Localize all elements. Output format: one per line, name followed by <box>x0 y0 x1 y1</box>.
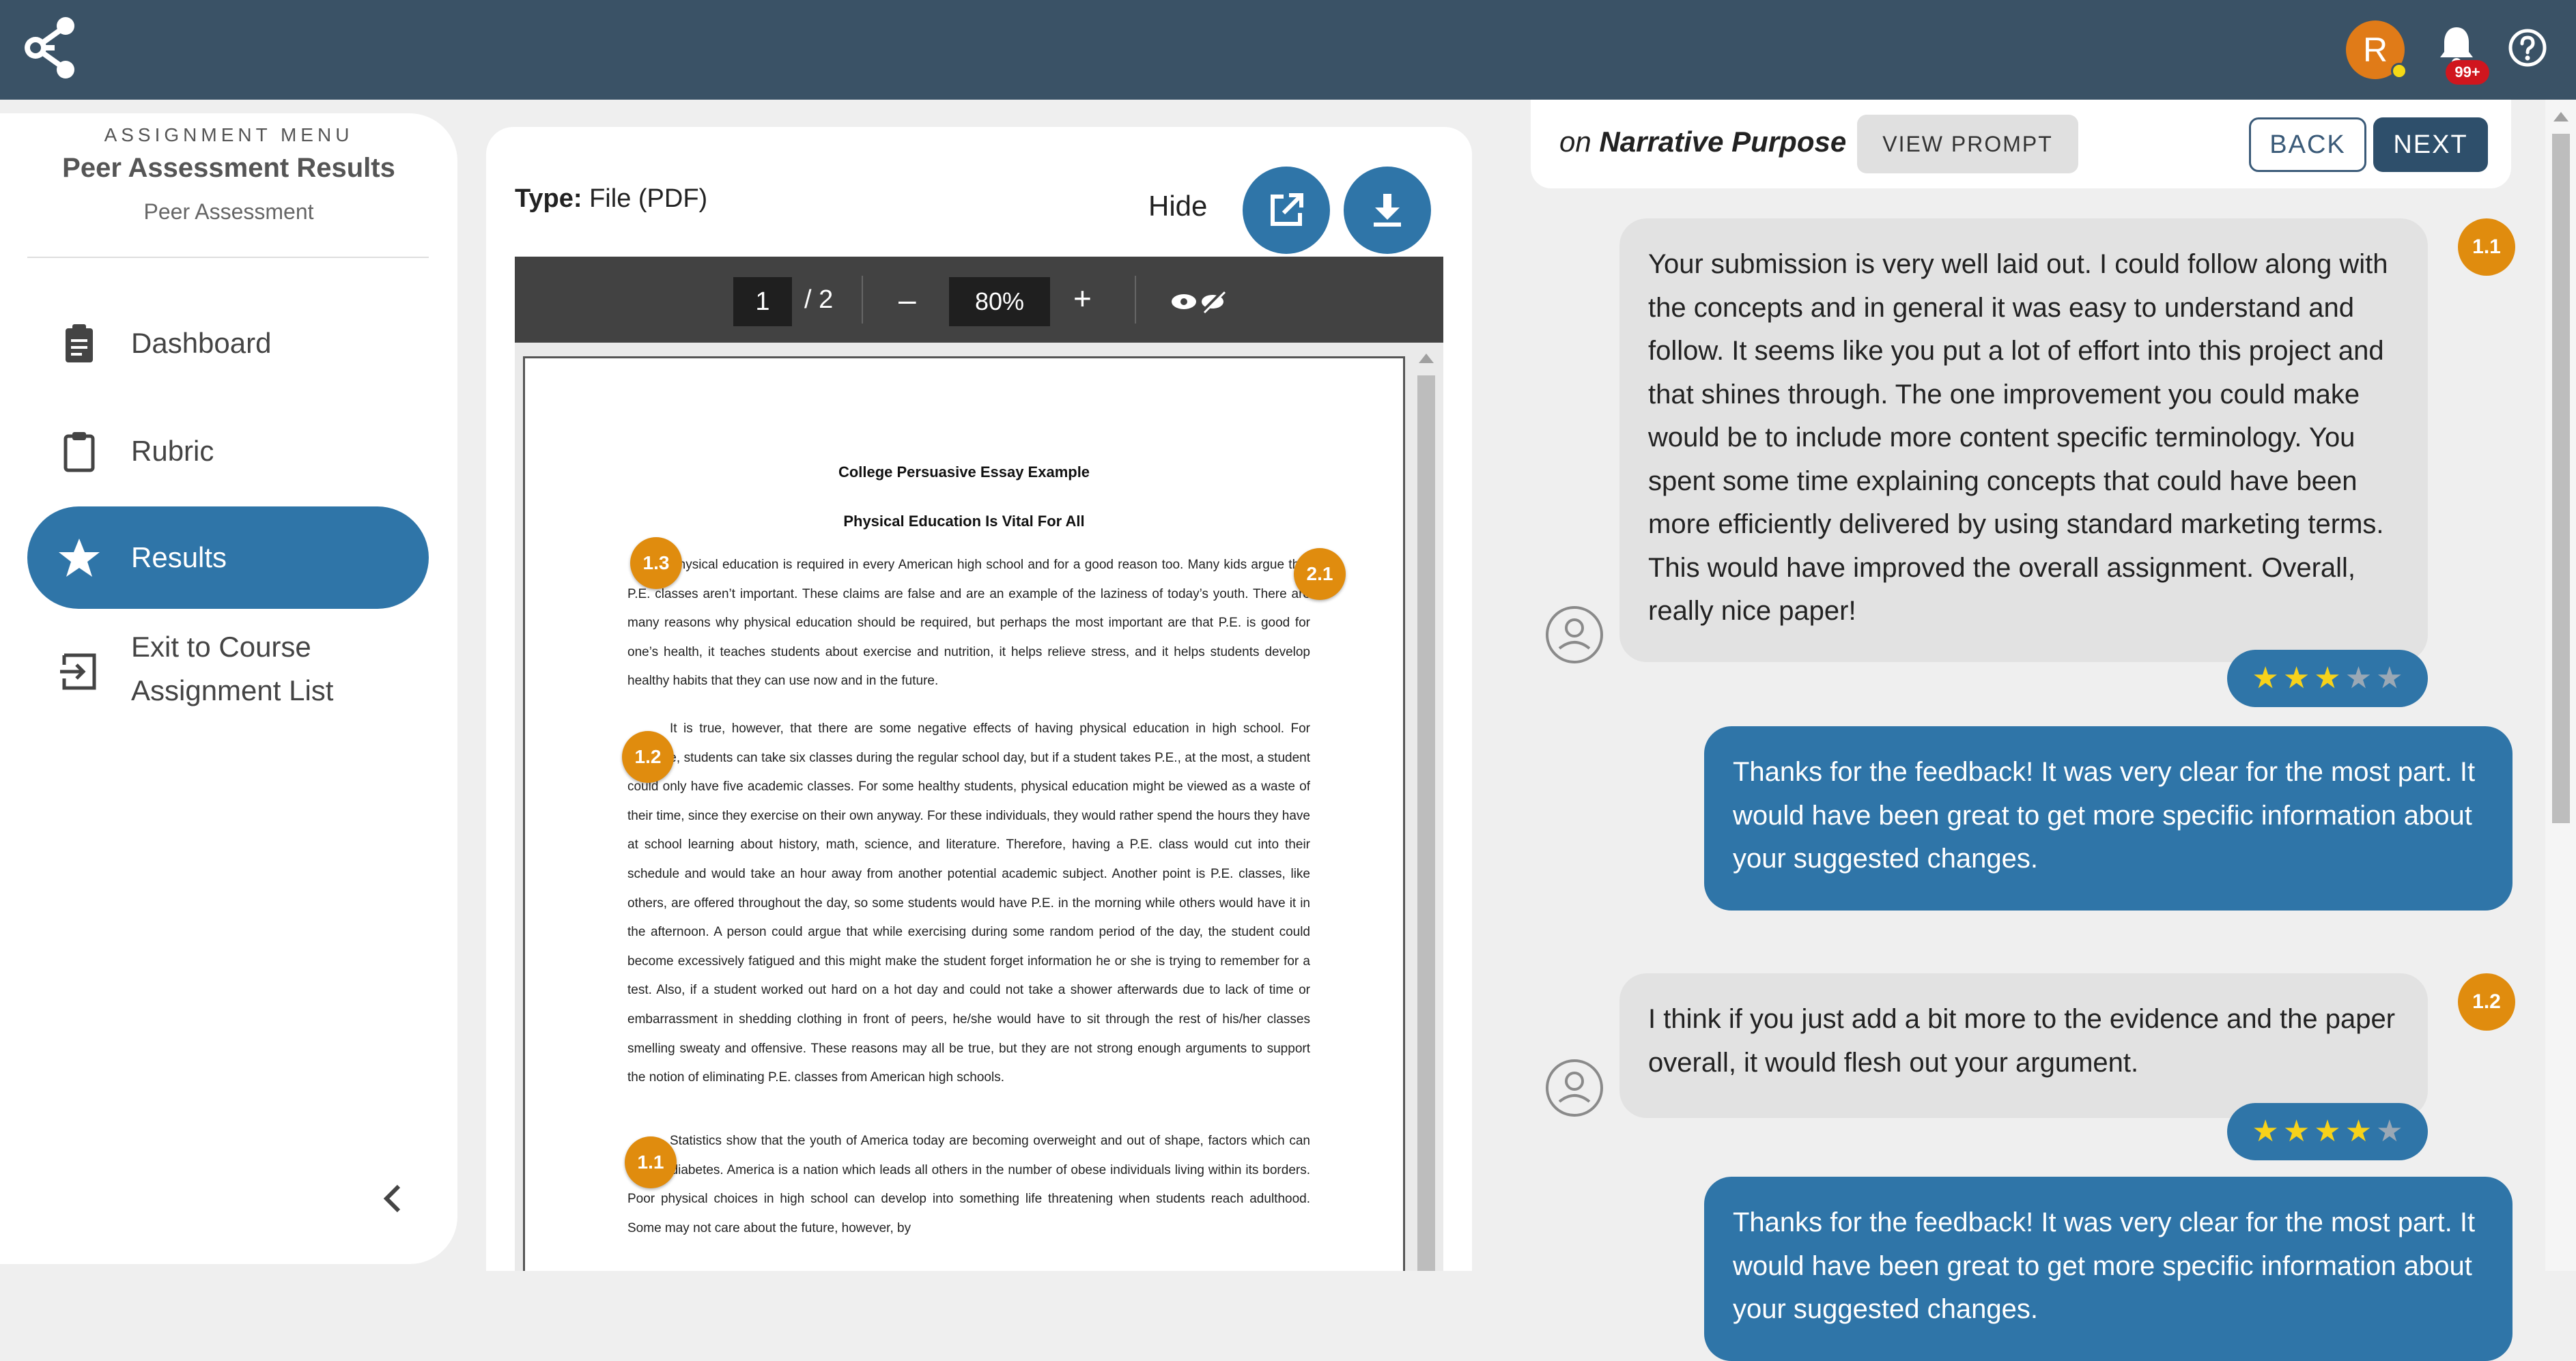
review-tag[interactable]: 1.2 <box>2458 973 2515 1031</box>
sidebar-item-label: Rubric <box>131 435 214 467</box>
sidebar-item-exit[interactable]: Exit to Course Assignment List <box>27 625 429 718</box>
star-empty-icon: ★ <box>2376 661 2403 695</box>
sidebar-title: Peer Assessment Results <box>62 153 395 183</box>
hide-link[interactable]: Hide <box>1148 190 1207 223</box>
file-type-value: File (PDF) <box>589 184 708 213</box>
zoom-level[interactable]: 80% <box>949 277 1050 326</box>
star-filled-icon: ★ <box>2282 1115 2310 1148</box>
sidebar-item-rubric[interactable]: Rubric <box>27 400 429 502</box>
scroll-up-arrow[interactable] <box>1419 354 1434 363</box>
toolbar-divider <box>1135 276 1136 324</box>
paragraph: Physical education is required in every … <box>627 558 1310 689</box>
reply-comment: Thanks for the feedback! It was very cle… <box>1704 1177 2513 1361</box>
document-subtitle: Physical Education Is Vital For All <box>843 513 1085 530</box>
star-rating: ★ ★ ★ ★ ★ <box>2227 650 2428 707</box>
scroll-up-arrow[interactable] <box>2553 112 2568 121</box>
annotation-marker[interactable]: 1.1 <box>625 1136 677 1188</box>
star-icon <box>59 539 100 577</box>
download-icon <box>1374 194 1401 227</box>
paragraph: Statistics show that the youth of Americ… <box>627 1134 1310 1235</box>
star-rating: ★ ★ ★ ★ ★ <box>2227 1103 2428 1160</box>
pdf-scrollbar[interactable] <box>1409 343 1443 1271</box>
file-type-label: Type: <box>515 184 582 213</box>
star-empty-icon: ★ <box>2376 1115 2403 1148</box>
back-button[interactable]: BACK <box>2249 117 2366 172</box>
feedback-header: on Narrative Purpose VIEW PROMPT BACK NE… <box>1531 100 2511 188</box>
star-empty-icon: ★ <box>2345 661 2373 695</box>
sidebar-item-label: Exit to Course <box>131 631 311 663</box>
criterion-heading: on Narrative Purpose <box>1559 126 1846 158</box>
scroll-thumb[interactable] <box>2552 134 2570 823</box>
scroll-thumb[interactable] <box>1417 375 1435 1271</box>
sidebar-item-label: Dashboard <box>131 327 272 359</box>
top-bar <box>0 0 2576 100</box>
zoom-out-button[interactable]: – <box>898 281 916 318</box>
document-panel: Type: File (PDF) Hide 1 / 2 – 80% + Coll… <box>486 127 1472 1271</box>
download-button[interactable] <box>1344 167 1431 254</box>
notification-badge: 99+ <box>2446 60 2489 85</box>
paragraph: It is true, however, that there are some… <box>627 721 1310 1085</box>
user-icon <box>1546 1059 1603 1117</box>
toggle-annotations-icon[interactable] <box>1170 287 1228 317</box>
sidebar-item-label: Assignment List <box>131 674 334 706</box>
app-logo-icon[interactable] <box>15 12 86 83</box>
page-total: / 2 <box>804 285 834 314</box>
feedback-panel: on Narrative Purpose VIEW PROMPT BACK NE… <box>1531 100 2576 1361</box>
annotation-marker[interactable]: 2.1 <box>1294 548 1346 600</box>
review-comment: I think if you just add a bit more to th… <box>1619 973 2428 1118</box>
zoom-in-button[interactable]: + <box>1073 280 1092 317</box>
sidebar-divider <box>27 257 429 258</box>
criterion-prefix: on <box>1559 126 1591 158</box>
exit-icon <box>60 653 96 690</box>
toolbar-divider <box>862 276 863 324</box>
review-comment: Your submission is very well laid out. I… <box>1619 218 2428 662</box>
pdf-viewer: 1 / 2 – 80% + College Persuasive Essay E… <box>515 257 1443 1271</box>
assignment-sidebar: ASSIGNMENT MENU Peer Assessment Results … <box>0 113 457 1264</box>
reply-comment: Thanks for the feedback! It was very cle… <box>1704 726 2513 911</box>
sidebar-item-results[interactable]: Results <box>27 506 429 609</box>
feedback-scrollbar[interactable] <box>2545 100 2576 1271</box>
star-filled-icon: ★ <box>2252 661 2279 695</box>
clipboard-outline-icon <box>63 432 95 472</box>
star-filled-icon: ★ <box>2252 1115 2279 1148</box>
user-icon <box>1546 606 1603 663</box>
page-number-input[interactable]: 1 <box>733 277 792 326</box>
chevron-left-icon[interactable] <box>377 1178 407 1219</box>
star-filled-icon: ★ <box>2314 1115 2341 1148</box>
criterion-name: Narrative Purpose <box>1599 126 1847 158</box>
open-external-button[interactable] <box>1243 167 1330 254</box>
sidebar-item-dashboard[interactable]: Dashboard <box>27 292 429 395</box>
view-prompt-button[interactable]: VIEW PROMPT <box>1857 115 2078 173</box>
star-filled-icon: ★ <box>2282 661 2310 695</box>
open-external-icon <box>1271 193 1303 226</box>
clipboard-icon <box>66 324 93 362</box>
next-button[interactable]: NEXT <box>2373 117 2488 172</box>
star-filled-icon: ★ <box>2345 1115 2373 1148</box>
annotation-marker[interactable]: 1.3 <box>630 537 682 589</box>
pdf-page: College Persuasive Essay Example Physica… <box>523 356 1405 1271</box>
sidebar-subtitle: Peer Assessment <box>143 199 314 224</box>
pdf-toolbar: 1 / 2 – 80% + <box>515 257 1443 343</box>
star-filled-icon: ★ <box>2314 661 2341 695</box>
document-title: College Persuasive Essay Example <box>838 463 1090 481</box>
sidebar-caption: ASSIGNMENT MENU <box>104 124 354 145</box>
review-tag[interactable]: 1.1 <box>2458 218 2515 276</box>
status-dot <box>2391 63 2407 79</box>
annotation-marker[interactable]: 1.2 <box>622 731 674 783</box>
sidebar-item-label: Results <box>131 541 227 573</box>
file-type: Type: File (PDF) <box>515 184 707 214</box>
avatar-initial: R <box>2362 31 2388 69</box>
help-icon[interactable] <box>2507 27 2548 68</box>
